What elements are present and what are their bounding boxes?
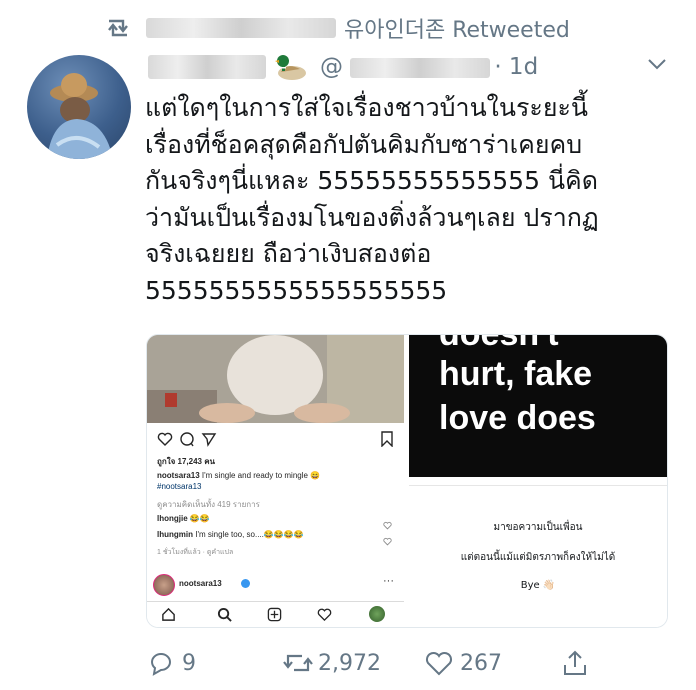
reply-icon: [146, 648, 176, 678]
ig-caption: nootsara13 I'm single and ready to mingl…: [157, 471, 321, 480]
ig-hashtag[interactable]: #nootsara13: [157, 482, 201, 491]
quote-image: doesn't hurt, fake love does: [409, 335, 667, 477]
ig-profile-name[interactable]: nootsara13: [179, 579, 222, 588]
tweet-header: @ · 1d: [148, 50, 538, 84]
like-button[interactable]: 267: [424, 646, 502, 680]
note-line-2: แต่ตอนนี้แม้แต่มิตรภาพก็คงให้ไม่ได้: [460, 552, 616, 563]
chevron-down-icon[interactable]: [646, 54, 668, 74]
share-tweet-icon: [560, 648, 590, 678]
ig-time: 1 ชั่วโมงที่แล้ว · ดูคำแปล: [157, 549, 234, 556]
tweet-text: แต่ใดๆในการใส่ใจเรื่องชาวบ้านในระยะนี้ เ…: [145, 93, 599, 305]
home-icon[interactable]: [161, 607, 176, 626]
note-line-3: Bye 👋🏻: [520, 580, 556, 591]
tweet-time[interactable]: · 1d: [494, 54, 538, 80]
verified-badge-icon: [241, 579, 250, 588]
reply-button[interactable]: 9: [146, 646, 196, 680]
ig-likes: ถูกใจ 17,243 คน: [157, 457, 216, 466]
activity-heart-icon[interactable]: [317, 607, 332, 626]
search-icon[interactable]: [217, 607, 232, 626]
more-options-icon[interactable]: ···: [383, 575, 394, 587]
share-icon[interactable]: [201, 431, 217, 451]
reply-count: 9: [182, 650, 196, 676]
ig-comment-1: lhongjie 😂😂: [157, 514, 210, 523]
ig-profile-avatar[interactable]: [153, 574, 175, 596]
add-post-icon[interactable]: [267, 607, 282, 626]
comment-icon[interactable]: [179, 431, 195, 451]
blurred-handle: [350, 57, 491, 78]
retweeted-label: 유아인더존 Retweeted: [344, 18, 570, 43]
duck-emoji-icon: [272, 52, 310, 82]
avatar[interactable]: [27, 55, 131, 159]
handle[interactable]: @: [320, 54, 491, 80]
note-line-1: มาขอความเป็นเพื่อน: [493, 522, 583, 533]
retweet-action-icon: [282, 648, 314, 678]
quote-line-0: doesn't: [439, 334, 559, 353]
retweet-button[interactable]: 2,972: [282, 646, 381, 680]
heart-icon[interactable]: [157, 431, 173, 451]
share-button[interactable]: [560, 646, 590, 680]
ig-bottom-nav: [147, 601, 404, 627]
retweet-count: 2,972: [318, 650, 381, 676]
ig-profile-row: nootsara13 ···: [153, 573, 398, 596]
comment-like-icon[interactable]: [383, 531, 392, 550]
like-heart-icon: [424, 648, 454, 678]
tweet-media[interactable]: ถูกใจ 17,243 คน nootsara13 I'm single an…: [146, 334, 668, 628]
quote-line-2: love does: [439, 399, 596, 437]
profile-tab-icon[interactable]: [369, 606, 385, 622]
retweet-icon: [103, 14, 133, 42]
ig-view-comments[interactable]: ดูความคิดเห็นทั้ง 419 รายการ: [157, 498, 260, 511]
like-count: 267: [460, 650, 502, 676]
instagram-photo: [147, 335, 404, 423]
blurred-display-name[interactable]: [148, 55, 266, 79]
retweeted-by[interactable]: 유아인더존 Retweeted: [146, 14, 570, 43]
quote-line-1: hurt, fake: [439, 355, 593, 393]
instagram-screenshot: ถูกใจ 17,243 คน nootsara13 I'm single an…: [147, 335, 404, 627]
ig-action-bar: [157, 431, 397, 448]
bookmark-icon[interactable]: [379, 431, 395, 451]
note-image: มาขอความเป็นเพื่อน แต่ตอนนี้แม้แต่มิตรภา…: [409, 485, 667, 627]
blurred-retweeter-name: [146, 18, 336, 38]
ig-comment-2: lhungmin I'm single too, so....😂😂😂😂: [157, 530, 304, 539]
